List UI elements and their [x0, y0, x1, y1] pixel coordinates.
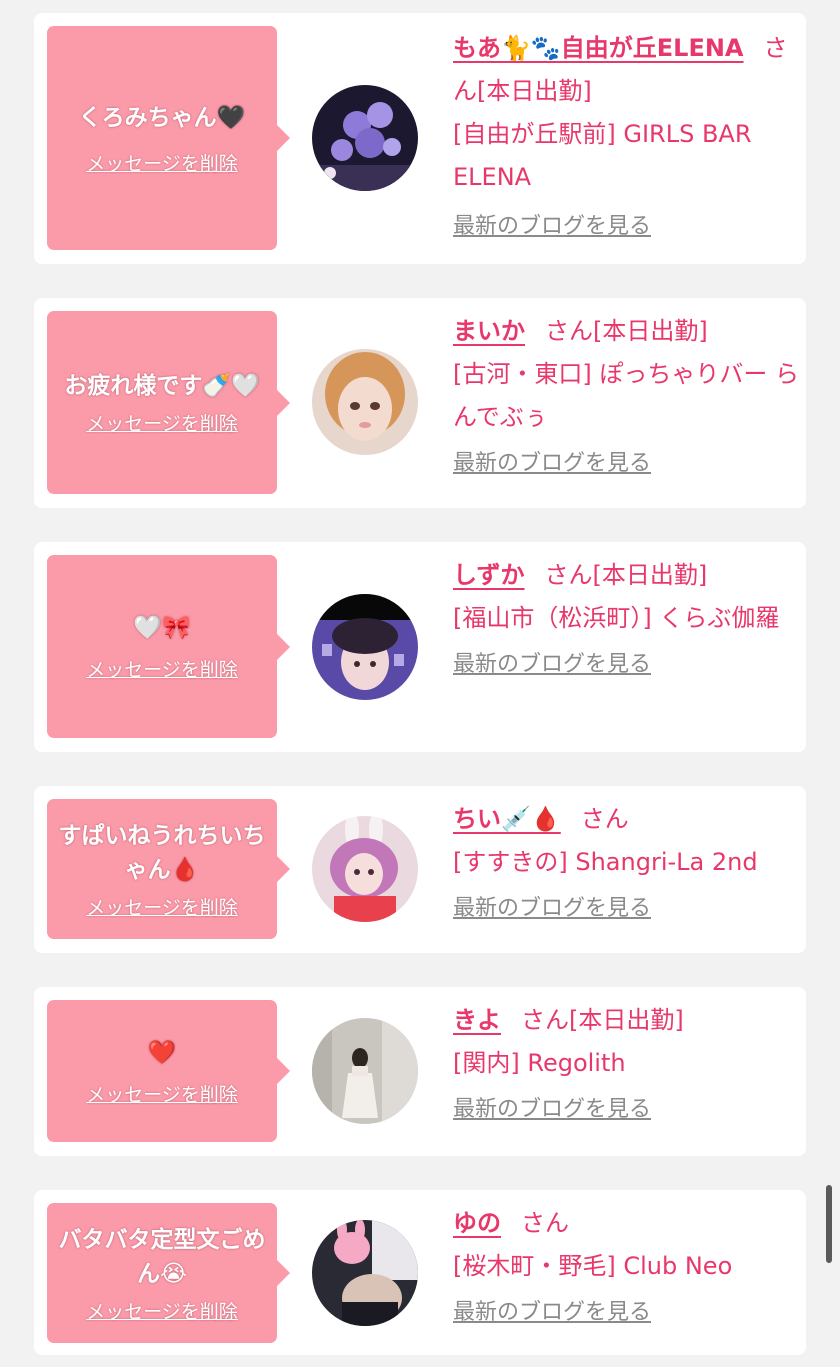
message-text: お疲れ様です🍼🤍	[64, 373, 260, 399]
shop-info: ちい💉🩸 さん [すすきの] Shangri-La 2nd 最新のブログを見る	[453, 798, 801, 924]
shop-info: ゆの さん [桜木町・野毛] Club Neo 最新のブログを見る	[453, 1202, 801, 1328]
message-text: すぱいねうれちいちゃん🩸	[58, 822, 266, 883]
message-text: 🤍🎀	[133, 615, 191, 641]
san-label: さん	[580, 805, 629, 833]
latest-blog-link[interactable]: 最新のブログを見る	[453, 1095, 801, 1125]
avatar[interactable]	[312, 1018, 418, 1124]
shop-label: [すすきの] Shangri-La 2nd	[453, 848, 758, 876]
shop-label: [古河・東口] ぽっちゃりバー らんでぶぅ	[453, 360, 799, 431]
shop-label: [桜木町・野毛] Club Neo	[453, 1252, 733, 1280]
message-text: ❤️	[147, 1039, 177, 1066]
avatar[interactable]	[312, 1220, 418, 1326]
message-card: くろみちゃん🖤 メッセージを削除 もあ🐈🐾自由が丘ELENA さん[本日出勤] […	[34, 13, 806, 264]
message-text: バタバタ定型文ごめん😭	[58, 1226, 266, 1287]
san-label: さん	[545, 317, 593, 345]
avatar[interactable]	[312, 85, 418, 191]
shop-info: きよ さん[本日出勤] [関内] Regolith 最新のブログを見る	[453, 999, 801, 1125]
status-label: [本日出勤]	[592, 561, 708, 589]
san-label: さん	[521, 1209, 569, 1237]
delete-message-link[interactable]: メッセージを削除	[86, 655, 238, 682]
girl-name-link[interactable]: しずか	[453, 561, 525, 589]
delete-message-link[interactable]: メッセージを削除	[86, 409, 238, 436]
message-card: すぱいねうれちいちゃん🩸 メッセージを削除 ちい💉🩸 さん [すすきの] Shan…	[34, 786, 806, 953]
portrait-photo-icon	[312, 349, 418, 455]
girl-name-link[interactable]: まいか	[453, 317, 525, 345]
latest-blog-link[interactable]: 最新のブログを見る	[453, 1298, 801, 1328]
shop-info: まいか さん[本日出勤] [古河・東口] ぽっちゃりバー らんでぶぅ 最新のブログ…	[453, 310, 801, 479]
avatar[interactable]	[312, 349, 418, 455]
shop-label: [関内] Regolith	[453, 1049, 626, 1077]
message-card: 🤍🎀 メッセージを削除 しずか さん[本日出勤] [福山市（松浜町）] くらぶ伽羅…	[34, 542, 806, 752]
status-label: [本日出勤]	[593, 317, 708, 345]
message-bubble: ❤️ メッセージを削除	[47, 1000, 290, 1142]
full-body-photo-icon	[312, 1018, 418, 1124]
san-label: さん	[544, 561, 593, 589]
avatar[interactable]	[312, 816, 418, 922]
girl-name-link[interactable]: もあ🐈🐾自由が丘ELENA	[453, 34, 744, 62]
scrollbar[interactable]	[826, 1185, 832, 1263]
girl-name-link[interactable]: きよ	[453, 1006, 501, 1034]
san-label: さん	[521, 1006, 569, 1034]
girl-name-link[interactable]: ゆの	[453, 1209, 501, 1237]
party-balloons-photo-icon	[312, 85, 418, 191]
latest-blog-link[interactable]: 最新のブログを見る	[453, 650, 801, 680]
message-bubble: バタバタ定型文ごめん😭 メッセージを削除	[47, 1203, 290, 1343]
bunny-costume-photo-icon	[312, 816, 418, 922]
message-card: バタバタ定型文ごめん😭 メッセージを削除 ゆの さん [桜木町・野毛] Club …	[34, 1190, 806, 1355]
status-label: [本日出勤]	[569, 1006, 684, 1034]
message-card: ❤️ メッセージを削除 きよ さん[本日出勤] [関内] Regolith 最新の…	[34, 987, 806, 1156]
bunny-sticker-photo-icon	[312, 1220, 418, 1326]
delete-message-link[interactable]: メッセージを削除	[86, 149, 238, 176]
delete-message-link[interactable]: メッセージを削除	[86, 1297, 238, 1324]
message-text: くろみちゃん🖤	[78, 104, 246, 131]
delete-message-link[interactable]: メッセージを削除	[86, 893, 238, 920]
girl-name-link[interactable]: ちい💉🩸	[453, 805, 561, 833]
shop-info: しずか さん[本日出勤] [福山市（松浜町）] くらぶ伽羅 最新のブログを見る	[453, 554, 801, 680]
shop-info: もあ🐈🐾自由が丘ELENA さん[本日出勤] [自由が丘駅前] GIRLS BAR…	[453, 27, 801, 242]
portrait-photo-icon	[312, 594, 418, 700]
message-bubble: 🤍🎀 メッセージを削除	[47, 555, 290, 738]
message-bubble: すぱいねうれちいちゃん🩸 メッセージを削除	[47, 799, 290, 939]
delete-message-link[interactable]: メッセージを削除	[86, 1080, 238, 1107]
latest-blog-link[interactable]: 最新のブログを見る	[453, 212, 801, 242]
shop-label: [福山市（松浜町）] くらぶ伽羅	[453, 604, 780, 632]
latest-blog-link[interactable]: 最新のブログを見る	[453, 449, 801, 479]
avatar[interactable]	[312, 594, 418, 700]
shop-label: [自由が丘駅前] GIRLS BAR ELENA	[453, 120, 752, 191]
status-label: [本日出勤]	[477, 77, 592, 105]
latest-blog-link[interactable]: 最新のブログを見る	[453, 894, 801, 924]
message-card: お疲れ様です🍼🤍 メッセージを削除 まいか さん[本日出勤] [古河・東口] ぽっ…	[34, 298, 806, 508]
message-bubble: お疲れ様です🍼🤍 メッセージを削除	[47, 311, 290, 494]
message-bubble: くろみちゃん🖤 メッセージを削除	[47, 26, 290, 250]
